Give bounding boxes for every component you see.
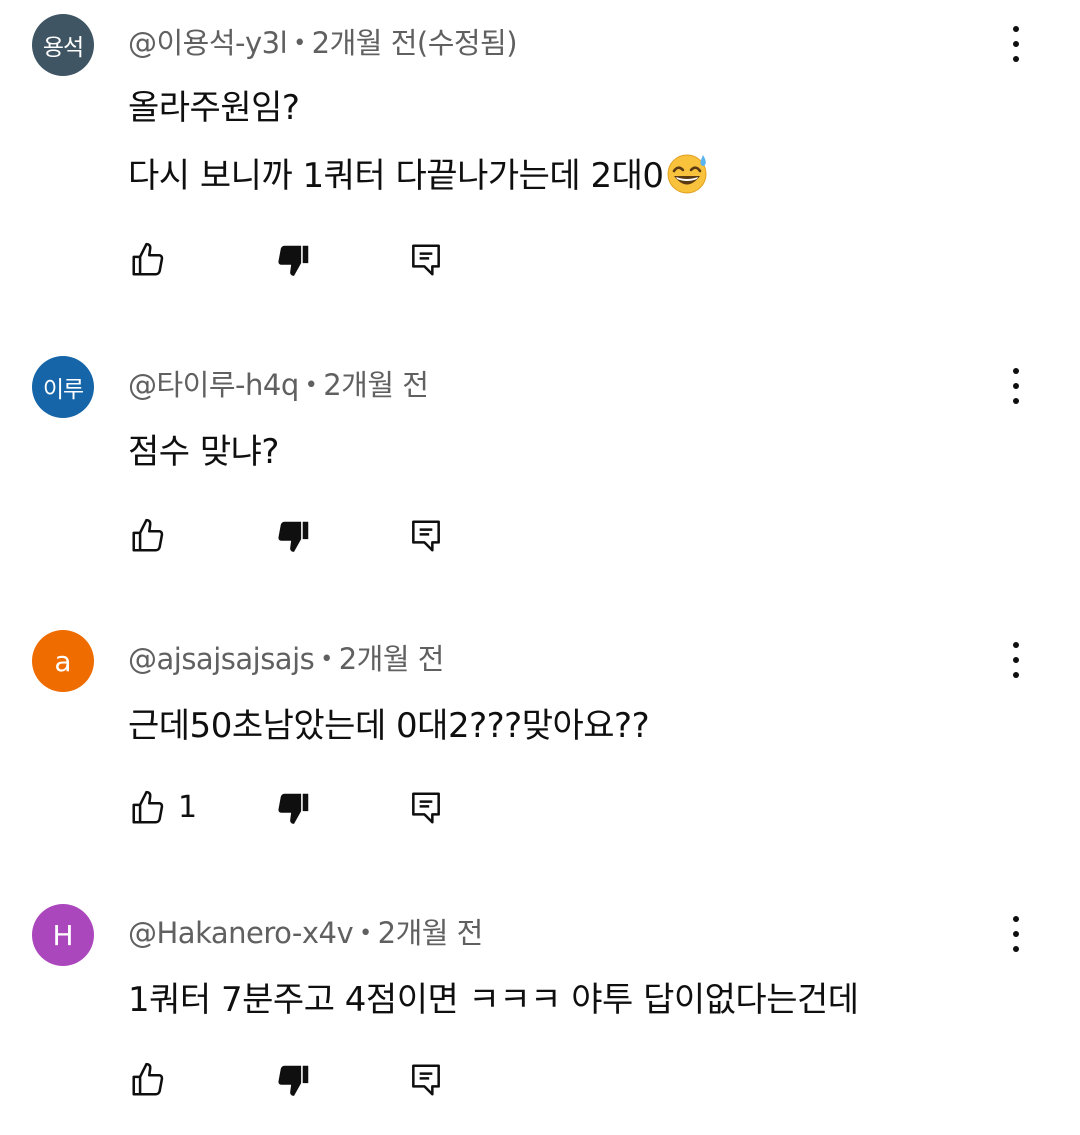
like-button[interactable] <box>128 1060 168 1100</box>
grinning-sweat-emoji <box>667 154 707 194</box>
thumb-down-icon <box>278 1065 309 1096</box>
dislike-button[interactable] <box>274 1060 314 1100</box>
comment-actions <box>0 516 1080 566</box>
comment-actions <box>0 240 1080 290</box>
more-vert-icon[interactable] <box>996 912 1036 956</box>
comment-text-line: 1쿼터 7분주고 4점이면 ㅋㅋㅋ 야투 답이없다는건데 <box>128 980 859 1020</box>
like-button[interactable] <box>128 240 168 280</box>
thumb-up-icon <box>132 242 164 276</box>
comment-actions <box>0 1060 1080 1110</box>
thumb-up-icon <box>132 790 164 824</box>
comment-text-line: 근데50초남았는데 0대2???맞아요?? <box>128 706 650 746</box>
author-name[interactable]: @Hakanero-x4v <box>128 916 354 950</box>
like-count: 1 <box>178 790 198 825</box>
reply-icon <box>412 1064 440 1096</box>
comment-header: @이용석-y3l • 2개월 전(수정됨) <box>128 20 518 62</box>
reply-button[interactable] <box>406 1060 446 1100</box>
timestamp: 2개월 전 <box>338 642 445 676</box>
avatar[interactable]: 용석 <box>32 14 94 76</box>
thumb-down-icon <box>278 521 309 552</box>
like-button[interactable] <box>128 516 168 556</box>
more-vert-icon[interactable] <box>996 22 1036 66</box>
comment-text-line: 다시 보니까 1쿼터 다끝나가는데 2대0 <box>128 148 710 197</box>
dislike-button[interactable] <box>274 516 314 556</box>
thumb-up-icon <box>132 518 164 552</box>
reply-icon <box>412 792 440 824</box>
more-vert-icon[interactable] <box>996 638 1036 682</box>
like-button[interactable] <box>128 788 168 828</box>
comment-text-line: 점수 맞냐? <box>128 432 279 472</box>
timestamp: 2개월 전 <box>323 368 429 402</box>
separator-dot: • <box>359 921 372 946</box>
separator-dot: • <box>304 373 318 398</box>
author-name[interactable]: @이용석-y3l <box>128 26 288 60</box>
timestamp: 2개월 전(수정됨) <box>311 26 518 60</box>
reply-icon <box>412 244 440 276</box>
reply-icon <box>412 520 440 552</box>
separator-dot: • <box>293 31 306 56</box>
thumb-up-icon <box>132 1062 164 1096</box>
author-name[interactable]: @타이루-h4q <box>128 368 299 402</box>
comment-text: 다시 보니까 1쿼터 다끝나가는데 2대0 <box>128 156 664 196</box>
comment-header: @Hakanero-x4v • 2개월 전 <box>128 910 483 952</box>
timestamp: 2개월 전 <box>377 916 484 950</box>
author-name[interactable]: @ajsajsajsajs <box>128 642 315 676</box>
thumb-down-icon <box>278 793 309 824</box>
more-vert-icon[interactable] <box>996 364 1036 408</box>
comment-text-line: 올라주원임? <box>128 88 300 128</box>
reply-button[interactable] <box>406 788 446 828</box>
avatar[interactable]: a <box>32 630 94 692</box>
avatar[interactable]: H <box>32 904 94 966</box>
comment-header: @타이루-h4q • 2개월 전 <box>128 362 429 404</box>
reply-button[interactable] <box>406 240 446 280</box>
comment-actions: 1 <box>0 788 1080 838</box>
dislike-button[interactable] <box>274 240 314 280</box>
dislike-button[interactable] <box>274 788 314 828</box>
thumb-down-icon <box>278 245 309 276</box>
comment-header: @ajsajsajsajs • 2개월 전 <box>128 636 444 678</box>
reply-button[interactable] <box>406 516 446 556</box>
avatar[interactable]: 이루 <box>32 356 94 418</box>
separator-dot: • <box>320 647 333 672</box>
